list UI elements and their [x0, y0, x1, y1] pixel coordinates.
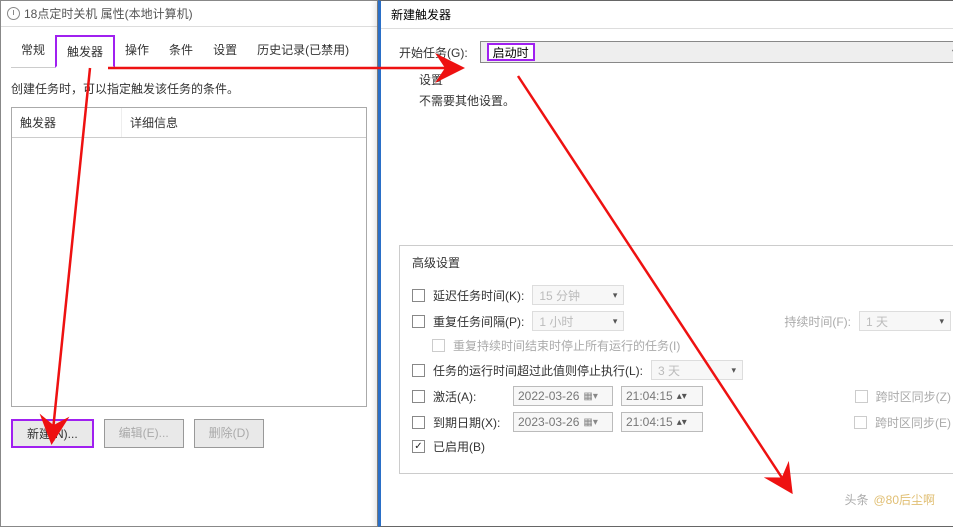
edit-trigger-button[interactable]: 编辑(E)... [104, 419, 184, 448]
task-properties-window: 18点定时关机 属性(本地计算机) 常规 触发器 操作 条件 设置 历史记录(已… [0, 0, 378, 527]
repeat-checkbox[interactable] [412, 315, 425, 328]
delay-select[interactable]: 15 分钟▾ [532, 285, 624, 305]
settings-section-label: 设置 [419, 71, 953, 88]
tab-conditions[interactable]: 条件 [159, 35, 203, 67]
activate-label: 激活(A): [433, 388, 505, 405]
enabled-checkbox[interactable]: ✓ [412, 440, 425, 453]
stop-if-select[interactable]: 3 天▾ [651, 360, 743, 380]
stop-if-checkbox[interactable] [412, 364, 425, 377]
trigger-list-header: 触发器 详细信息 [12, 108, 366, 138]
tab-history[interactable]: 历史记录(已禁用) [247, 35, 359, 67]
triggers-hint: 创建任务时，可以指定触发该任务的条件。 [11, 80, 367, 97]
advanced-settings-group: 高级设置 延迟任务时间(K): 15 分钟▾ 重复任务间隔(P): 1 小时▾ … [399, 245, 953, 474]
trigger-list[interactable]: 触发器 详细信息 [11, 107, 367, 407]
tab-general[interactable]: 常规 [11, 35, 55, 67]
stop-if-label: 任务的运行时间超过此值则停止执行(L): [433, 362, 643, 379]
new-trigger-dialog: 新建触发器 ✕ 开始任务(G): 启动时 ▾ 设置 不需要其他设置。 高级设置 … [378, 0, 953, 527]
begin-task-dropdown[interactable]: 启动时 ▾ [480, 41, 953, 63]
parent-titlebar: 18点定时关机 属性(本地计算机) [1, 1, 377, 27]
activate-checkbox[interactable] [412, 390, 425, 403]
expire-date-input[interactable]: 2023-03-26▦▾ [513, 412, 613, 432]
watermark: 头条 @80后尘啊 [844, 488, 935, 509]
begin-task-value: 启动时 [487, 43, 535, 61]
repeat-select[interactable]: 1 小时▾ [532, 311, 624, 331]
delete-trigger-button[interactable]: 删除(D) [194, 419, 265, 448]
tab-settings[interactable]: 设置 [203, 35, 247, 67]
tz-sync-e-checkbox [854, 416, 867, 429]
activate-date-input[interactable]: 2022-03-26▦▾ [513, 386, 613, 406]
duration-select[interactable]: 1 天▾ [859, 311, 951, 331]
calendar-icon: ▦▾ [583, 391, 597, 402]
activate-time-input[interactable]: 21:04:15▴▾ [621, 386, 703, 406]
repeat-stop-label: 重复持续时间结束时停止所有运行的任务(I) [453, 337, 680, 354]
no-settings-text: 不需要其他设置。 [419, 92, 953, 109]
parent-window-title: 18点定时关机 属性(本地计算机) [24, 5, 193, 22]
tz-sync-z-label: 跨时区同步(Z) [876, 388, 951, 405]
repeat-stop-checkbox [432, 339, 445, 352]
calendar-icon: ▦▾ [583, 417, 597, 428]
delay-label: 延迟任务时间(K): [433, 287, 524, 304]
tz-sync-e-label: 跨时区同步(E) [875, 414, 951, 431]
expire-time-input[interactable]: 21:04:15▴▾ [621, 412, 703, 432]
new-trigger-button[interactable]: 新建(N)... [11, 419, 94, 448]
tz-sync-z-checkbox [855, 390, 868, 403]
expire-label: 到期日期(X): [433, 414, 505, 431]
clock-icon [7, 7, 20, 20]
enabled-label: 已启用(B) [433, 438, 485, 455]
delay-checkbox[interactable] [412, 289, 425, 302]
col-trigger[interactable]: 触发器 [12, 108, 122, 137]
advanced-group-title: 高级设置 [408, 254, 464, 271]
duration-label: 持续时间(F): [784, 313, 851, 330]
col-details[interactable]: 详细信息 [122, 108, 366, 137]
dialog-title: 新建触发器 [391, 6, 451, 23]
tab-triggers[interactable]: 触发器 [55, 35, 115, 68]
tab-strip: 常规 触发器 操作 条件 设置 历史记录(已禁用) [11, 35, 367, 68]
repeat-label: 重复任务间隔(P): [433, 313, 524, 330]
expire-checkbox[interactable] [412, 416, 425, 429]
tab-actions[interactable]: 操作 [115, 35, 159, 67]
begin-task-label: 开始任务(G): [399, 44, 468, 61]
